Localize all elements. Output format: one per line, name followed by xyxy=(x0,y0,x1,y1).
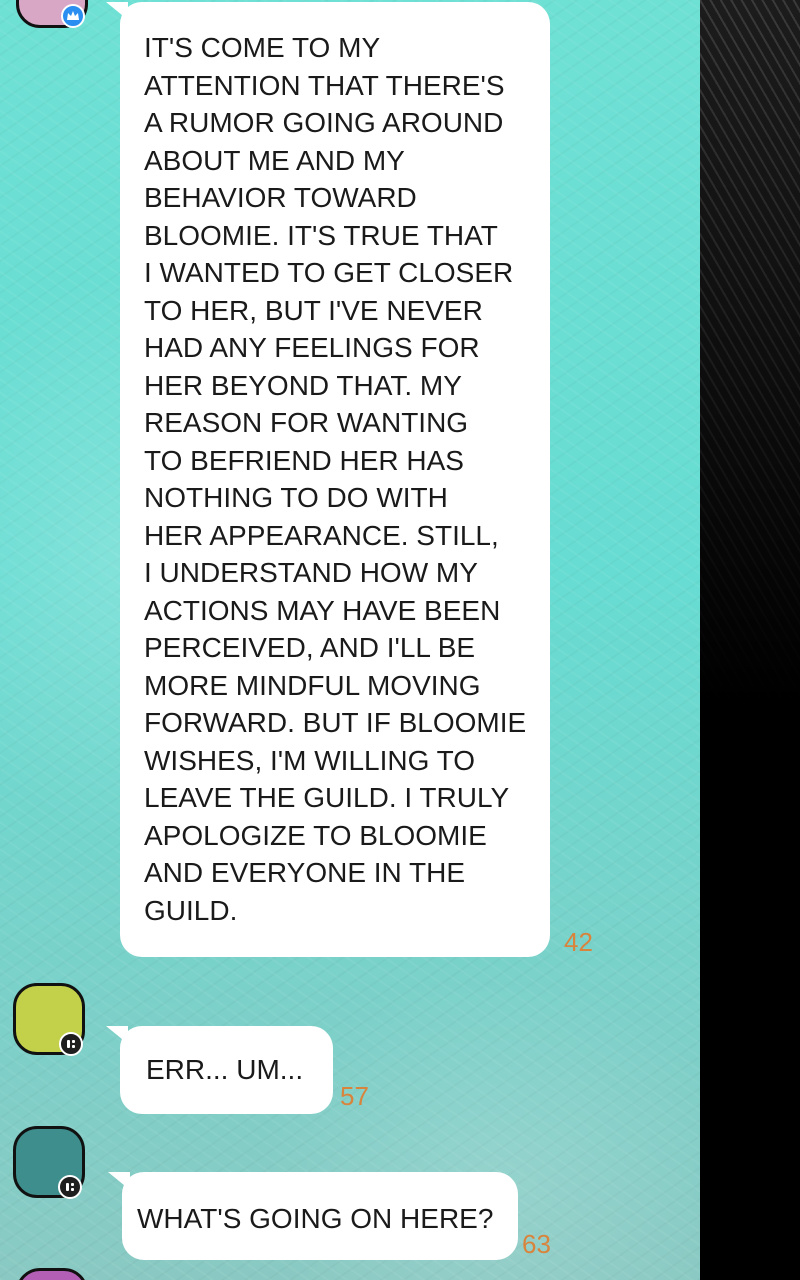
bubble-tail xyxy=(106,1026,128,1044)
read-count-3: 63 xyxy=(522,1229,551,1259)
read-count-2: 57 xyxy=(340,1081,369,1111)
chat-area[interactable]: IT'S COME TO MY ATTENTION THAT THERE'S A… xyxy=(0,0,700,1280)
message-text-3: WHAT'S GOING ON HERE? xyxy=(137,1203,494,1234)
member-icon xyxy=(67,1040,75,1048)
message-text-2: ERR... UM... xyxy=(146,1054,304,1085)
member-badge-icon xyxy=(58,1175,82,1199)
read-count-1: 42 xyxy=(564,927,593,957)
crown-badge-icon xyxy=(61,4,85,28)
message-text-1: IT'S COME TO MY ATTENTION THAT THERE'S A… xyxy=(144,32,527,926)
member-badge-icon xyxy=(59,1032,83,1056)
bubble-tail xyxy=(106,2,128,20)
message-bubble-1[interactable]: IT'S COME TO MY ATTENTION THAT THERE'S A… xyxy=(106,2,550,957)
message-bubble-2[interactable]: ERR... UM... xyxy=(106,1026,333,1114)
side-panel-background xyxy=(700,0,800,1280)
member-icon xyxy=(66,1183,74,1191)
crown-icon xyxy=(67,11,79,20)
bubble-tail xyxy=(108,1172,130,1190)
message-bubble-3[interactable]: WHAT'S GOING ON HERE? xyxy=(108,1172,518,1260)
